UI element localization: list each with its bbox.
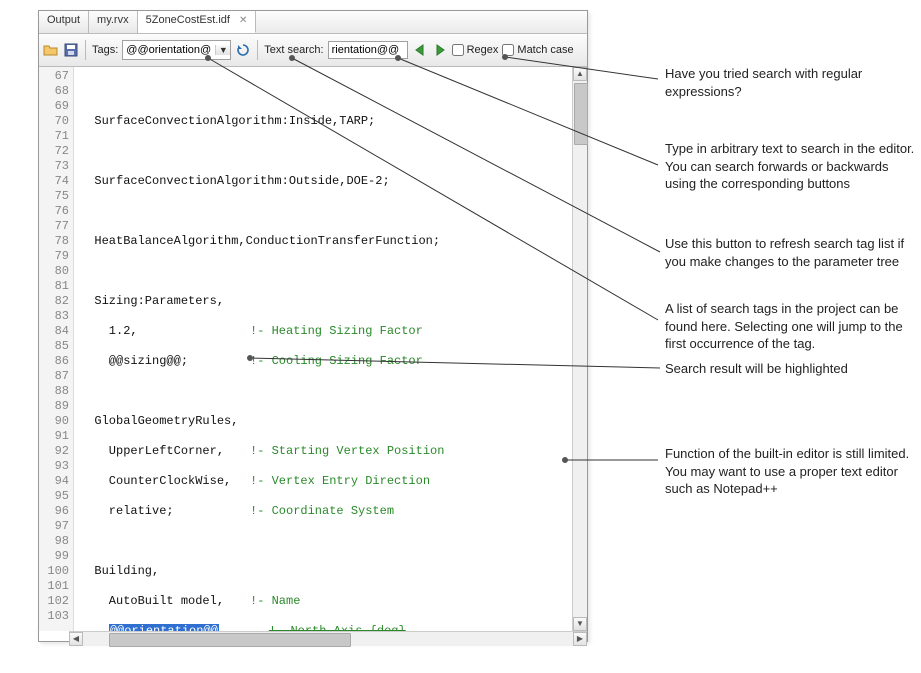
annotation-text: Use this button to refresh search tag li…: [665, 235, 915, 270]
code-line: 1.2,!- Heating Sizing Factor: [80, 324, 572, 339]
annotation-text: Type in arbitrary text to search in the …: [665, 140, 915, 193]
scroll-left-icon[interactable]: ◀: [69, 632, 83, 646]
scroll-thumb[interactable]: [109, 633, 351, 647]
code-line: @@sizing@@;!- Cooling Sizing Factor: [80, 354, 572, 369]
tab-myrvx[interactable]: my.rvx: [89, 11, 138, 33]
regex-checkbox-input[interactable]: [452, 44, 464, 56]
scroll-down-icon[interactable]: ▼: [573, 617, 587, 631]
tab-5zonecostest[interactable]: 5ZoneCostEst.idf ✕: [138, 11, 257, 33]
save-icon[interactable]: [63, 42, 79, 58]
code-line: [80, 84, 572, 99]
scroll-thumb[interactable]: [574, 83, 588, 145]
code-line: AutoBuilt model,!- Name: [80, 594, 572, 609]
regex-checkbox[interactable]: Regex: [452, 44, 499, 56]
close-tab-icon[interactable]: ✕: [239, 15, 247, 26]
line-number-gutter: 6768697071727374757677787980818283848586…: [39, 67, 74, 631]
code-editor[interactable]: 6768697071727374757677787980818283848586…: [39, 67, 587, 631]
matchcase-checkbox-input[interactable]: [502, 44, 514, 56]
refresh-icon[interactable]: [235, 42, 251, 58]
editor-window: Output my.rvx 5ZoneCostEst.idf ✕ Tags: ▼…: [38, 10, 588, 642]
code-area[interactable]: SurfaceConvectionAlgorithm:Inside,TARP; …: [74, 67, 572, 631]
code-line: GlobalGeometryRules,: [80, 414, 572, 429]
annotation-text: Function of the built-in editor is still…: [665, 445, 915, 498]
regex-label: Regex: [467, 44, 499, 56]
matchcase-label: Match case: [517, 44, 573, 56]
search-prev-icon[interactable]: [412, 42, 428, 58]
tab-label: 5ZoneCostEst.idf: [146, 14, 230, 26]
scroll-up-icon[interactable]: ▲: [573, 67, 587, 81]
horizontal-scrollbar[interactable]: ◀ ▶: [69, 631, 587, 646]
dropdown-arrow-icon[interactable]: ▼: [215, 45, 230, 55]
code-line: Sizing:Parameters,: [80, 294, 572, 309]
code-line: [80, 384, 572, 399]
tags-dropdown[interactable]: ▼: [122, 40, 231, 60]
code-line: CounterClockWise,!- Vertex Entry Directi…: [80, 474, 572, 489]
annotation-text: Have you tried search with regular expre…: [665, 65, 915, 100]
vertical-scrollbar[interactable]: ▲ ▼: [572, 67, 587, 631]
tags-dropdown-input[interactable]: [123, 42, 215, 58]
code-line: Building,: [80, 564, 572, 579]
code-line: [80, 534, 572, 549]
code-line: relative;!- Coordinate System: [80, 504, 572, 519]
code-line: SurfaceConvectionAlgorithm:Inside,TARP;: [80, 114, 572, 129]
search-highlight: @@orientation@@: [109, 624, 219, 631]
code-line: SurfaceConvectionAlgorithm:Outside,DOE-2…: [80, 174, 572, 189]
open-file-icon[interactable]: [43, 42, 59, 58]
tab-output[interactable]: Output: [39, 11, 89, 33]
annotation-text: Search result will be highlighted: [665, 360, 915, 378]
text-search-label: Text search:: [264, 44, 323, 56]
text-search-input[interactable]: [328, 41, 408, 59]
tab-bar: Output my.rvx 5ZoneCostEst.idf ✕: [39, 11, 587, 34]
code-line: HeatBalanceAlgorithm,ConductionTransferF…: [80, 234, 572, 249]
tab-label: my.rvx: [97, 14, 129, 26]
search-next-icon[interactable]: [432, 42, 448, 58]
code-line: @@orientation@@,!- North Axis {deg}: [80, 624, 572, 631]
scroll-right-icon[interactable]: ▶: [573, 632, 587, 646]
annotation-text: A list of search tags in the project can…: [665, 300, 915, 353]
code-line: [80, 204, 572, 219]
code-line: UpperLeftCorner,!- Starting Vertex Posit…: [80, 444, 572, 459]
matchcase-checkbox[interactable]: Match case: [502, 44, 573, 56]
code-line: [80, 264, 572, 279]
tab-label: Output: [47, 14, 80, 26]
code-line: [80, 144, 572, 159]
tags-label: Tags:: [92, 44, 118, 56]
toolbar: Tags: ▼ Text search: Regex Match case: [39, 34, 587, 67]
